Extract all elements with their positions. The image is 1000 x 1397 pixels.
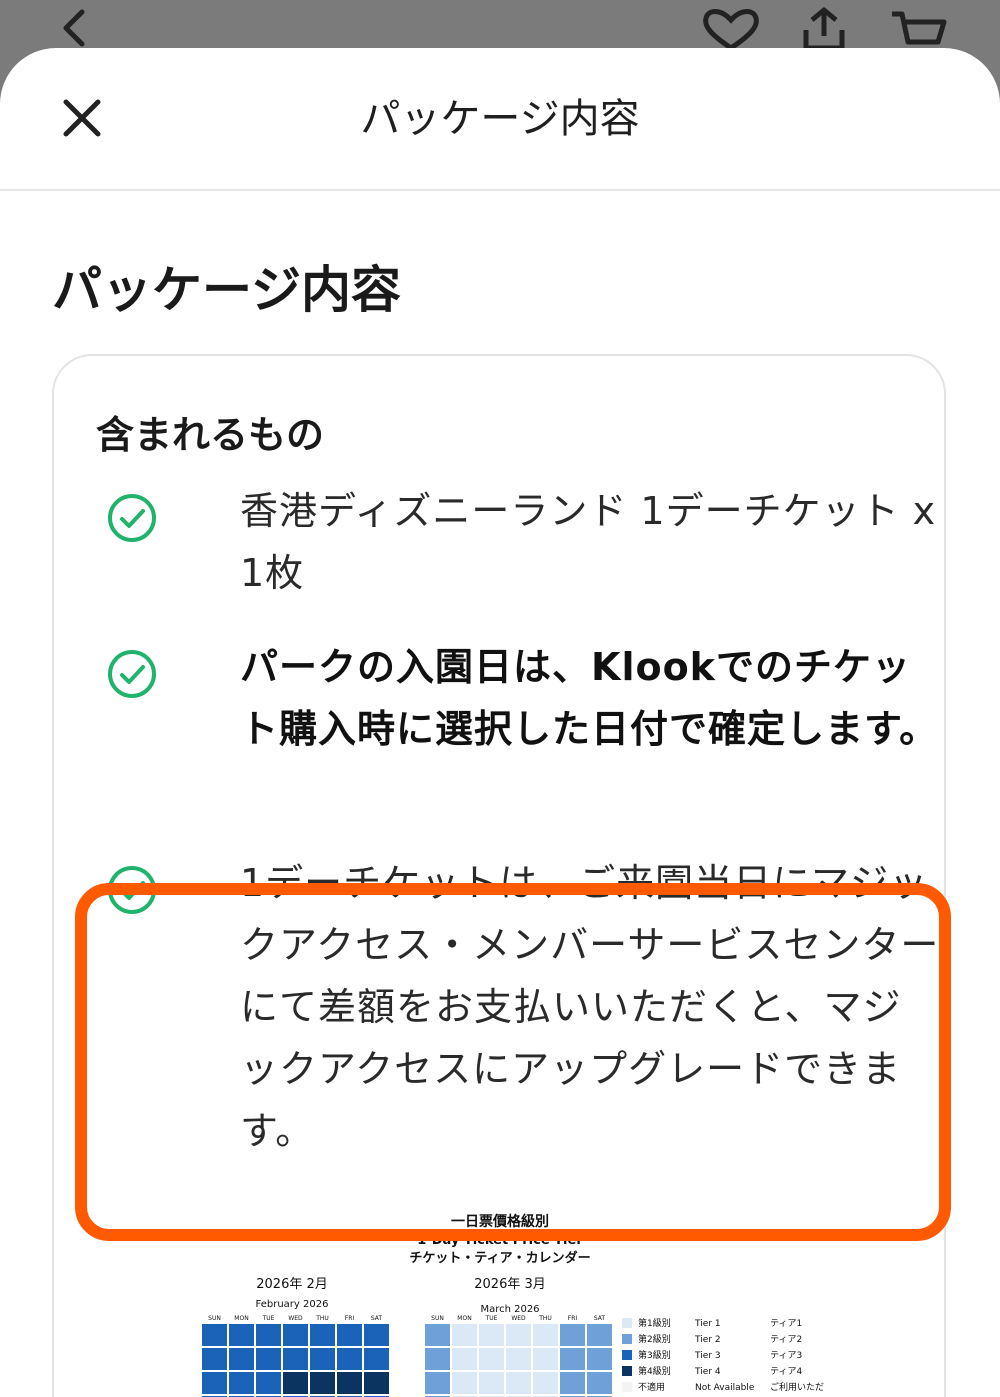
calendar-day-cell	[364, 1348, 389, 1370]
calendar-day-cell	[425, 1324, 450, 1346]
calendar-day-cell	[560, 1372, 585, 1394]
included-heading: 含まれるもの	[96, 413, 325, 457]
calendar-day-cell	[256, 1348, 281, 1370]
weekday-label: WED	[288, 1315, 303, 1322]
feb-subtitle: February 2026	[256, 1299, 329, 1310]
legend-label-jp: ティア3	[770, 1350, 802, 1361]
legend-label-cn: 第1級別	[638, 1317, 671, 1329]
check-circle-icon	[108, 650, 156, 698]
legend-label-en: Tier 4	[694, 1367, 721, 1377]
calendar-day-cell	[452, 1324, 477, 1346]
tier-legend: 第1級別 Tier 1 ティア1 第2級別 Tier 2 ティア2 第3級別 Tier 3 ティ…	[622, 1317, 824, 1393]
weekday-label: THU	[538, 1315, 552, 1322]
calendar-day-cell	[202, 1372, 227, 1394]
weekday-label: MON	[234, 1315, 248, 1322]
calendar-day-cell	[364, 1324, 389, 1346]
calendar-day-cell	[425, 1348, 450, 1370]
legend-label-jp: ご利用いただ	[770, 1381, 824, 1393]
calendar-day-cell	[256, 1324, 281, 1346]
calendar-day-cell	[425, 1372, 450, 1394]
calendar-day-cell	[229, 1324, 254, 1346]
mar-subtitle: March 2026	[480, 1304, 539, 1315]
legend-label-en: Tier 3	[694, 1351, 721, 1361]
calendar-day-cell	[310, 1372, 335, 1394]
legend-label-jp: ティア1	[770, 1318, 802, 1329]
calendar-day-cell	[283, 1372, 308, 1394]
sheet-header: パッケージ内容	[0, 48, 1000, 191]
check-circle-icon	[108, 494, 156, 542]
heart-icon[interactable]	[700, 6, 762, 50]
legend-swatch	[622, 1366, 632, 1376]
calendar-day-cell	[310, 1348, 335, 1370]
calendar-day-cell	[310, 1324, 335, 1346]
weekday-label: WED	[511, 1315, 526, 1322]
included-item-text: 香港ディズニーランド 1デーチケット x 1枚	[240, 489, 937, 595]
legend-label-cn: 不適用	[638, 1381, 665, 1393]
legend-label-jp: ティア2	[770, 1334, 802, 1345]
calendar-day-cell	[337, 1372, 362, 1394]
weekday-label: FRI	[345, 1315, 355, 1322]
weekday-label: TUE	[485, 1315, 498, 1322]
legend-label-cn: 第3級別	[638, 1349, 671, 1361]
calendar-day-cell	[587, 1324, 612, 1346]
legend-label-jp: ティア4	[770, 1366, 802, 1377]
tier-title-jp: チケット・ティア・カレンダー	[409, 1250, 590, 1266]
calendar-day-cell	[452, 1348, 477, 1370]
legend-swatch	[622, 1350, 632, 1360]
calendar-day-cell	[479, 1372, 504, 1394]
calendar-day-cell	[283, 1348, 308, 1370]
highlight-box	[75, 883, 951, 1241]
calendar-day-cell	[229, 1348, 254, 1370]
calendar-day-cell	[479, 1348, 504, 1370]
section-title: パッケージ内容	[52, 261, 401, 319]
calendar-day-cell	[533, 1324, 558, 1346]
calendar-day-cell	[283, 1324, 308, 1346]
calendar-day-cell	[202, 1324, 227, 1346]
legend-label-cn: 第2級別	[638, 1333, 671, 1345]
calendar-day-cell	[506, 1348, 531, 1370]
calendar-day-cell	[560, 1324, 585, 1346]
legend-label-en: Tier 2	[694, 1335, 721, 1345]
share-icon[interactable]	[798, 6, 850, 50]
calendar-day-cell	[364, 1372, 389, 1394]
feb-title: 2026年 2月	[256, 1277, 328, 1292]
calendar-day-cell	[533, 1348, 558, 1370]
calendar-day-cell	[587, 1372, 612, 1394]
legend-label-cn: 第4級別	[638, 1365, 671, 1377]
calendar-day-cell	[452, 1372, 477, 1394]
calendar-day-cell	[337, 1324, 362, 1346]
legend-swatch	[622, 1334, 632, 1344]
weekday-label: SUN	[208, 1315, 221, 1322]
calendar-day-cell	[229, 1372, 254, 1394]
calendar-day-cell	[506, 1372, 531, 1394]
weekday-label: SUN	[431, 1315, 444, 1322]
legend-swatch	[622, 1318, 632, 1328]
weekday-label: MON	[457, 1315, 471, 1322]
cart-icon[interactable]	[888, 6, 948, 50]
calendar-day-cell	[202, 1348, 227, 1370]
calendar-day-cell	[560, 1348, 585, 1370]
calendar-day-cell	[506, 1324, 531, 1346]
package-contents-sheet: パッケージ内容 パッケージ内容 含まれるもの 香港ディズニーランド 1デーチケッ…	[0, 48, 1000, 1397]
legend-label-en: Not Available	[695, 1383, 755, 1393]
feb-calendar-grid: SUN MON TUE WED THU FRI SAT	[202, 1315, 389, 1397]
weekday-label: THU	[315, 1315, 329, 1322]
calendar-day-cell	[479, 1324, 504, 1346]
weekday-label: TUE	[262, 1315, 275, 1322]
mar-title: 2026年 3月	[474, 1277, 546, 1292]
legend-swatch	[622, 1382, 632, 1392]
legend-label-en: Tier 1	[694, 1319, 721, 1329]
calendar-day-cell	[337, 1348, 362, 1370]
weekday-label: FRI	[568, 1315, 578, 1322]
sheet-title: パッケージ内容	[360, 96, 640, 142]
calendar-day-cell	[256, 1372, 281, 1394]
back-icon[interactable]	[54, 6, 94, 50]
calendar-day-cell	[533, 1372, 558, 1394]
weekday-label: SAT	[594, 1315, 606, 1322]
calendar-day-cell	[587, 1348, 612, 1370]
weekday-label: SAT	[371, 1315, 383, 1322]
mar-calendar-grid: SUN MON TUE WED THU FRI SAT	[425, 1315, 612, 1397]
included-item-text: パークの入園日は、Klookでのチケット購入時に選択した日付で確定します。	[240, 645, 939, 751]
